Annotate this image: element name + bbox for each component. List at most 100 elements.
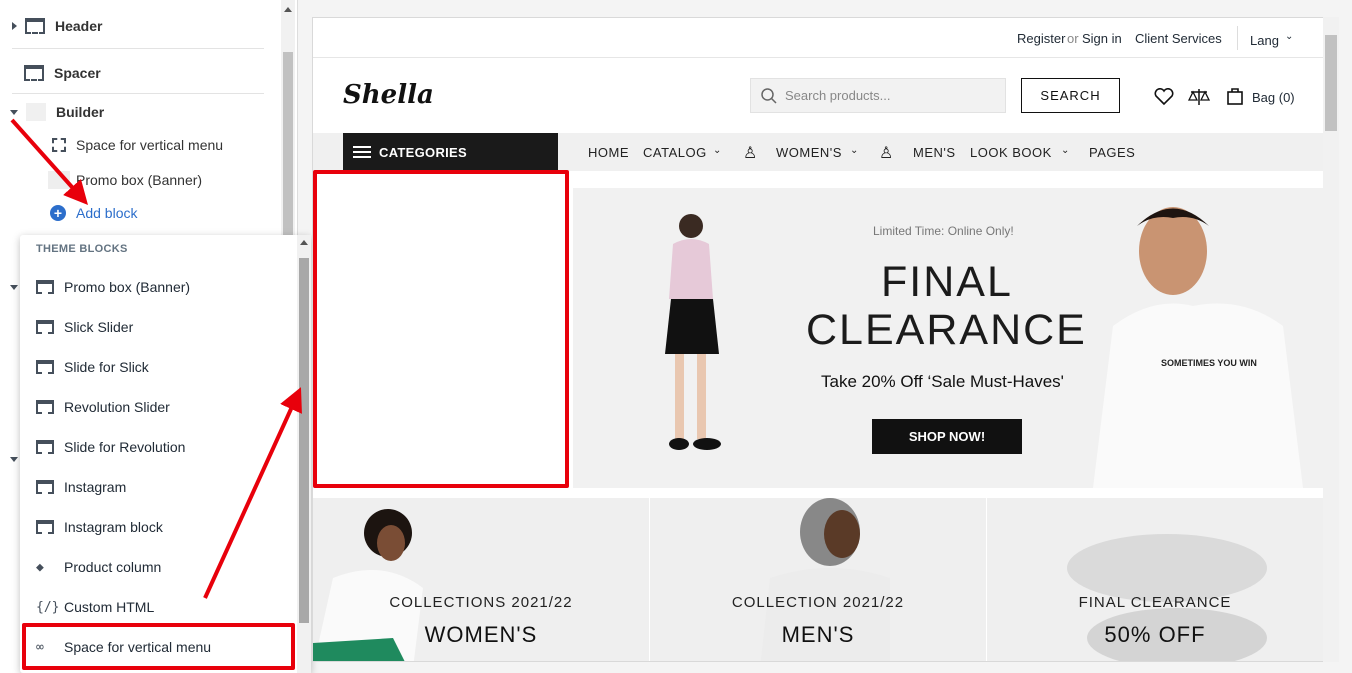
dropdown-scrollbar-thumb[interactable] [299, 258, 309, 623]
block-option-label: Revolution Slider [64, 399, 170, 415]
nav-pages[interactable]: PAGES [1089, 145, 1135, 160]
block-option-promo-box[interactable]: Promo box (Banner) [36, 279, 190, 295]
hamburger-icon [353, 146, 371, 158]
search-button[interactable]: SEARCH [1021, 78, 1120, 113]
block-option-label: Slick Slider [64, 319, 134, 335]
promo-tile-womens[interactable]: COLLECTIONS 2021/22 WOMEN'S [313, 498, 649, 661]
model-woman-image [665, 214, 721, 450]
model-man-image [1093, 207, 1303, 488]
store-logo[interactable]: Shella [343, 80, 434, 110]
tree-item-header[interactable]: Header [12, 18, 102, 34]
tile-caption: FINAL CLEARANCE [1078, 594, 1232, 611]
tile-title: WOMEN'S [424, 622, 538, 647]
tree-block-space-vertical-menu[interactable]: Space for vertical menu [52, 137, 223, 153]
register-link[interactable]: Register [1017, 31, 1065, 46]
section-icon [48, 171, 70, 189]
block-option-label: Instagram block [64, 519, 163, 535]
search-icon [761, 88, 777, 104]
tile-caption: COLLECTIONS 2021/22 [389, 594, 573, 611]
banner-subtitle: Take 20% Off ‘Sale Must-Haves' [821, 372, 1064, 391]
section-icon [36, 440, 54, 454]
section-icon [36, 280, 54, 294]
block-option-product-column[interactable]: ◆ Product column [36, 559, 161, 575]
heart-icon[interactable] [1154, 88, 1174, 106]
caret-right-icon[interactable] [12, 22, 17, 30]
nav-look-book[interactable]: LOOK BOOK [970, 145, 1052, 160]
block-option-label: Promo box (Banner) [64, 279, 191, 295]
nav-catalog[interactable]: CATALOG [643, 145, 707, 160]
caret-down-icon[interactable] [10, 109, 18, 115]
tile-title: MEN'S [781, 622, 855, 647]
block-option-revolution-slider[interactable]: Revolution Slider [36, 399, 170, 415]
block-option-label: Custom HTML [64, 599, 155, 615]
plus-circle-icon: + [50, 205, 66, 221]
block-option-instagram-block[interactable]: Instagram block [36, 519, 163, 535]
bag-icon[interactable] [1226, 86, 1244, 106]
block-option-slick-slider[interactable]: Slick Slider [36, 319, 133, 335]
chevron-down-icon: ⌄ [850, 145, 859, 156]
hero-banner[interactable]: Limited Time: Online Only! FINAL CLEARAN… [573, 188, 1323, 488]
categories-button[interactable]: CATEGORIES [343, 133, 558, 171]
main-navigation: CATEGORIES HOME CATALOG ⌄ ♙ WOMEN'S ⌄ ♙ … [313, 133, 1323, 171]
code-icon: {/} [36, 599, 60, 615]
add-block-button[interactable]: + Add block [50, 205, 137, 221]
dropdown-heading: THEME BLOCKS [36, 243, 128, 255]
banner-pretitle: Limited Time: Online Only! [873, 224, 1014, 238]
promo-tile-clearance[interactable]: FINAL CLEARANCE 50% OFF [987, 498, 1323, 661]
client-services-link[interactable]: Client Services [1135, 31, 1222, 46]
tree-item-label: Header [55, 18, 103, 34]
banner-title-line2: CLEARANCE [806, 306, 1087, 354]
scroll-up-arrow-icon[interactable] [300, 240, 308, 245]
section-icon [36, 320, 54, 334]
block-option-label: Product column [64, 559, 162, 575]
tree-item-spacer[interactable]: Spacer [24, 65, 101, 81]
dashed-frame-icon [52, 138, 66, 152]
block-option-slide-for-revolution[interactable]: Slide for Revolution [36, 439, 185, 455]
section-icon [36, 400, 54, 414]
divider [1237, 26, 1238, 50]
add-block-label: Add block [76, 205, 138, 221]
caret-down-icon[interactable] [10, 285, 18, 290]
divider [12, 48, 264, 49]
caret-down-icon[interactable] [10, 457, 18, 462]
bag-count[interactable]: Bag (0) [1252, 90, 1295, 105]
highlight-selected-option [22, 623, 295, 670]
section-icon [26, 103, 46, 121]
tree-block-label: Promo box (Banner) [76, 172, 203, 188]
chevron-down-icon: ⌄ [1061, 145, 1070, 156]
scroll-up-arrow-icon[interactable] [284, 7, 292, 12]
chevron-down-icon: ⌄ [1285, 31, 1294, 42]
tile-title: 50% OFF [1104, 622, 1206, 647]
compare-icon[interactable] [1188, 87, 1210, 107]
nav-mens[interactable]: MEN'S [913, 145, 956, 160]
shop-now-button[interactable]: SHOP NOW! [872, 419, 1022, 454]
lang-selector[interactable]: Lang [1250, 33, 1279, 48]
tile-caption: COLLECTION 2021/22 [731, 594, 905, 611]
tree-block-promo-box[interactable]: Promo box (Banner) [48, 171, 202, 189]
tree-item-builder[interactable]: Builder [10, 103, 104, 121]
highlight-vertical-menu-space [313, 170, 569, 488]
banner-title-line1: FINAL [881, 258, 1013, 306]
sign-in-link[interactable]: Sign in [1082, 31, 1122, 46]
nav-womens[interactable]: WOMEN'S [776, 145, 842, 160]
tag-icon: ◆ [36, 559, 44, 575]
block-option-slide-for-slick[interactable]: Slide for Slick [36, 359, 149, 375]
block-option-label: Instagram [64, 479, 127, 495]
promo-tile-mens[interactable]: COLLECTION 2021/22 MEN'S [650, 498, 986, 661]
person-icon: ♙ [879, 145, 894, 162]
tree-item-label: Spacer [54, 65, 101, 81]
sidebar-scrollbar-thumb[interactable] [283, 52, 293, 252]
nav-home[interactable]: HOME [588, 145, 629, 160]
section-icon [25, 18, 45, 34]
block-option-label: Slide for Revolution [64, 439, 186, 455]
preview-scrollbar-thumb[interactable] [1325, 35, 1337, 131]
chevron-down-icon: ⌄ [713, 145, 722, 156]
tree-item-label: Builder [56, 104, 105, 120]
search-input[interactable]: Search products... [750, 78, 1006, 113]
section-icon [36, 520, 54, 534]
block-option-custom-html[interactable]: {/} Custom HTML [36, 599, 154, 615]
store-topbar: Register or Sign in Client Services Lang… [313, 18, 1323, 58]
or-text: or [1067, 31, 1079, 46]
block-option-label: Slide for Slick [64, 359, 149, 375]
block-option-instagram[interactable]: Instagram [36, 479, 126, 495]
